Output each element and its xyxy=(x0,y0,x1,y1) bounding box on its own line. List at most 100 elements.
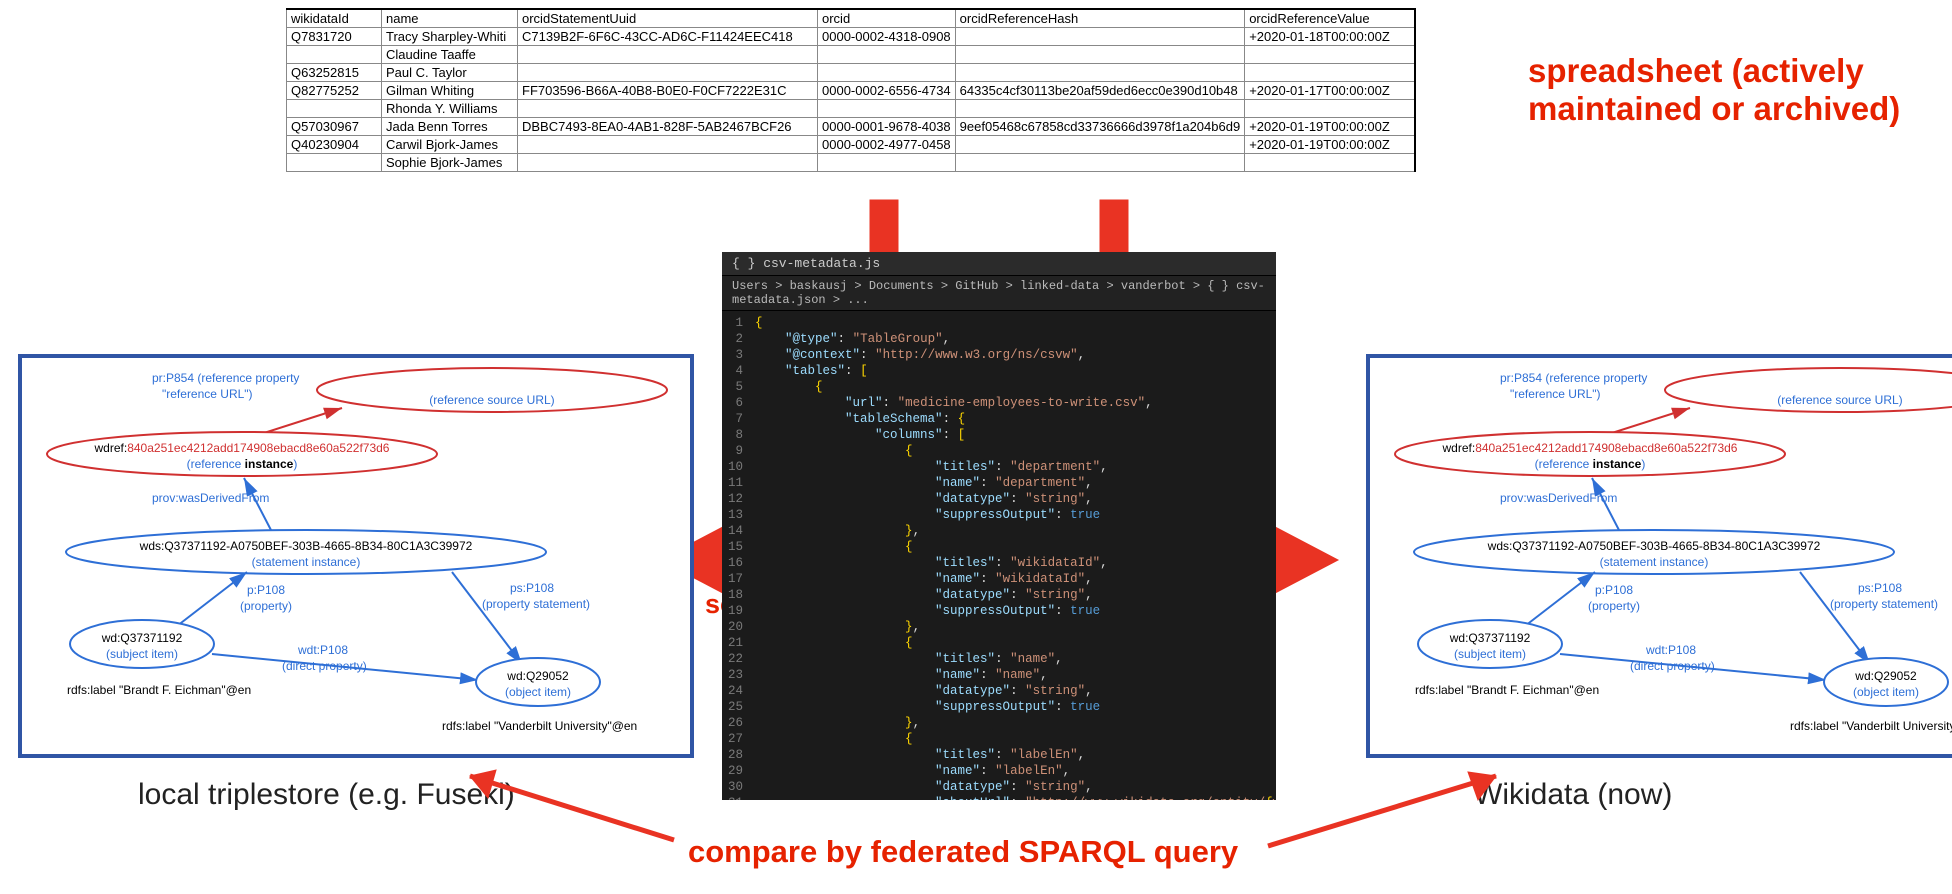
cell-orcidStatementUuid: C7139B2F-6F6C-43CC-AD6C-F11424EEC418 xyxy=(518,28,818,46)
svg-text:(property statement): (property statement) xyxy=(1830,597,1938,611)
svg-text:wd:Q29052: wd:Q29052 xyxy=(506,669,569,683)
svg-text:(reference instance): (reference instance) xyxy=(1535,457,1646,471)
svg-text:(direct property): (direct property) xyxy=(282,659,367,673)
editor-tab[interactable]: { } csv-metadata.js xyxy=(722,252,1276,276)
cell-name: Paul C. Taylor xyxy=(382,64,518,82)
cell-wikidataId: Q57030967 xyxy=(287,118,382,136)
table-row: Q57030967Jada Benn TorresDBBC7493-8EA0-4… xyxy=(287,118,1415,136)
svg-text:(object item): (object item) xyxy=(505,685,571,699)
cell-wikidataId: Q63252815 xyxy=(287,64,382,82)
cell-name: Sophie Bjork-James xyxy=(382,154,518,172)
svg-text:wdt:P108: wdt:P108 xyxy=(297,643,348,657)
svg-text:wds:Q37371192-A0750BEF-303B-46: wds:Q37371192-A0750BEF-303B-4665-8B34-80… xyxy=(139,539,473,553)
svg-text:rdfs:label "Brandt F. Eichman": rdfs:label "Brandt F. Eichman"@en xyxy=(1415,683,1599,697)
cell-orcidReferenceHash xyxy=(955,136,1245,154)
cell-wikidataId: Q82775252 xyxy=(287,82,382,100)
cell-name: Tracy Sharpley-Whiti xyxy=(382,28,518,46)
cell-name: Claudine Taaffe xyxy=(382,46,518,64)
cell-name: Rhonda Y. Williams xyxy=(382,100,518,118)
svg-text:(property): (property) xyxy=(1588,599,1640,613)
cell-orcidReferenceHash: 64335c4cf30113be20af59ded6ecc0e390d10b48 xyxy=(955,82,1245,100)
svg-text:pr:P854 (reference property: pr:P854 (reference property xyxy=(1500,371,1647,385)
cell-orcidReferenceHash xyxy=(955,28,1245,46)
th-orcid: orcid xyxy=(818,9,956,28)
graph-panel-local: (reference source URL) pr:P854 (referenc… xyxy=(18,354,694,758)
th-name: name xyxy=(382,9,518,28)
cell-orcidReferenceHash xyxy=(955,46,1245,64)
cell-wikidataId: Q7831720 xyxy=(287,28,382,46)
svg-text:wds:Q37371192-A0750BEF-303B-46: wds:Q37371192-A0750BEF-303B-4665-8B34-80… xyxy=(1487,539,1821,553)
cell-orcidReferenceValue: +2020-01-17T00:00:00Z xyxy=(1245,82,1415,100)
table-row: Sophie Bjork-James xyxy=(287,154,1415,172)
cell-orcid: 0000-0002-6556-4734 xyxy=(818,82,956,100)
label-local-triplestore: local triplestore (e.g. Fuseki) xyxy=(138,778,515,812)
svg-text:ps:P108: ps:P108 xyxy=(1858,581,1902,595)
svg-text:rdfs:label "Vanderbilt Univers: rdfs:label "Vanderbilt University"@en xyxy=(442,719,637,733)
svg-text:(reference instance): (reference instance) xyxy=(187,457,298,471)
cell-orcidStatementUuid: DBBC7493-8EA0-4AB1-828F-5AB2467BCF26 xyxy=(518,118,818,136)
cell-orcidReferenceValue: +2020-01-18T00:00:00Z xyxy=(1245,28,1415,46)
cell-orcidReferenceHash xyxy=(955,100,1245,118)
code-editor: { } csv-metadata.js Users > baskausj > D… xyxy=(722,252,1276,800)
cell-orcidReferenceValue xyxy=(1245,64,1415,82)
svg-text:(statement instance): (statement instance) xyxy=(1600,555,1709,569)
cell-name: Gilman Whiting xyxy=(382,82,518,100)
svg-text:wdref:840a251ec4212add174908eb: wdref:840a251ec4212add174908ebacd8e60a52… xyxy=(1442,441,1738,455)
cell-orcidReferenceValue xyxy=(1245,100,1415,118)
table-row: Q7831720Tracy Sharpley-WhitiC7139B2F-6F6… xyxy=(287,28,1415,46)
svg-text:(subject item): (subject item) xyxy=(106,647,178,661)
cell-name: Carwil Bjork-James xyxy=(382,136,518,154)
cell-wikidataId xyxy=(287,46,382,64)
svg-text:ps:P108: ps:P108 xyxy=(510,581,554,595)
table-row: Rhonda Y. Williams xyxy=(287,100,1415,118)
editor-breadcrumbs[interactable]: Users > baskausj > Documents > GitHub > … xyxy=(722,276,1276,311)
table-row: Q40230904Carwil Bjork-James 0000-0002-497… xyxy=(287,136,1415,154)
cell-orcidStatementUuid xyxy=(518,154,818,172)
th-wikidataId: wikidataId xyxy=(287,9,382,28)
spreadsheet-table: wikidataId name orcidStatementUuid orcid… xyxy=(286,8,1416,172)
svg-text:"reference URL"): "reference URL") xyxy=(162,387,253,401)
cell-wikidataId: Q40230904 xyxy=(287,136,382,154)
cell-orcid: 0000-0001-9678-4038 xyxy=(818,118,956,136)
cell-orcidReferenceValue xyxy=(1245,154,1415,172)
cell-orcid xyxy=(818,46,956,64)
cell-orcidReferenceHash xyxy=(955,154,1245,172)
svg-text:(reference source URL): (reference source URL) xyxy=(1777,393,1902,407)
svg-text:(object item): (object item) xyxy=(1853,685,1919,699)
svg-text:(direct property): (direct property) xyxy=(1630,659,1715,673)
svg-text:p:P108: p:P108 xyxy=(1595,583,1633,597)
annotation-spreadsheet: spreadsheet (actively maintained or arch… xyxy=(1528,52,1900,128)
cell-name: Jada Benn Torres xyxy=(382,118,518,136)
table-row: Q63252815Paul C. Taylor xyxy=(287,64,1415,82)
svg-text:(property statement): (property statement) xyxy=(482,597,590,611)
svg-text:p:P108: p:P108 xyxy=(247,583,285,597)
cell-orcid xyxy=(818,154,956,172)
cell-orcidReferenceValue: +2020-01-19T00:00:00Z xyxy=(1245,118,1415,136)
cell-orcidStatementUuid xyxy=(518,136,818,154)
svg-text:(statement instance): (statement instance) xyxy=(252,555,361,569)
table-row: Q82775252Gilman WhitingFF703596-B66A-40B… xyxy=(287,82,1415,100)
cell-orcid xyxy=(818,100,956,118)
svg-text:wd:Q29052: wd:Q29052 xyxy=(1854,669,1917,683)
graph-panel-wikidata: (reference source URL) pr:P854 (referenc… xyxy=(1366,354,1952,758)
cell-orcid xyxy=(818,64,956,82)
cell-orcidStatementUuid: FF703596-B66A-40B8-B0E0-F0CF7222E31C xyxy=(518,82,818,100)
cell-orcidReferenceValue xyxy=(1245,46,1415,64)
svg-text:wd:Q37371192: wd:Q37371192 xyxy=(101,631,183,645)
svg-text:(reference source URL): (reference source URL) xyxy=(429,393,554,407)
svg-text:wdref:840a251ec4212add174908eb: wdref:840a251ec4212add174908ebacd8e60a52… xyxy=(94,441,390,455)
label-wikidata: Wikidata (now) xyxy=(1474,778,1672,812)
svg-text:(subject item): (subject item) xyxy=(1454,647,1526,661)
cell-orcidStatementUuid xyxy=(518,100,818,118)
cell-orcidReferenceHash xyxy=(955,64,1245,82)
cell-orcid: 0000-0002-4977-0458 xyxy=(818,136,956,154)
editor-code[interactable]: { "@type": "TableGroup", "@context": "ht… xyxy=(751,311,1276,800)
annotation-compare: compare by federated SPARQL query xyxy=(688,834,1238,870)
cell-wikidataId xyxy=(287,154,382,172)
svg-text:pr:P854 (reference property: pr:P854 (reference property xyxy=(152,371,299,385)
cell-orcidReferenceValue: +2020-01-19T00:00:00Z xyxy=(1245,136,1415,154)
cell-wikidataId xyxy=(287,100,382,118)
th-orcidReferenceHash: orcidReferenceHash xyxy=(955,9,1245,28)
svg-text:(property): (property) xyxy=(240,599,292,613)
cell-orcidStatementUuid xyxy=(518,64,818,82)
